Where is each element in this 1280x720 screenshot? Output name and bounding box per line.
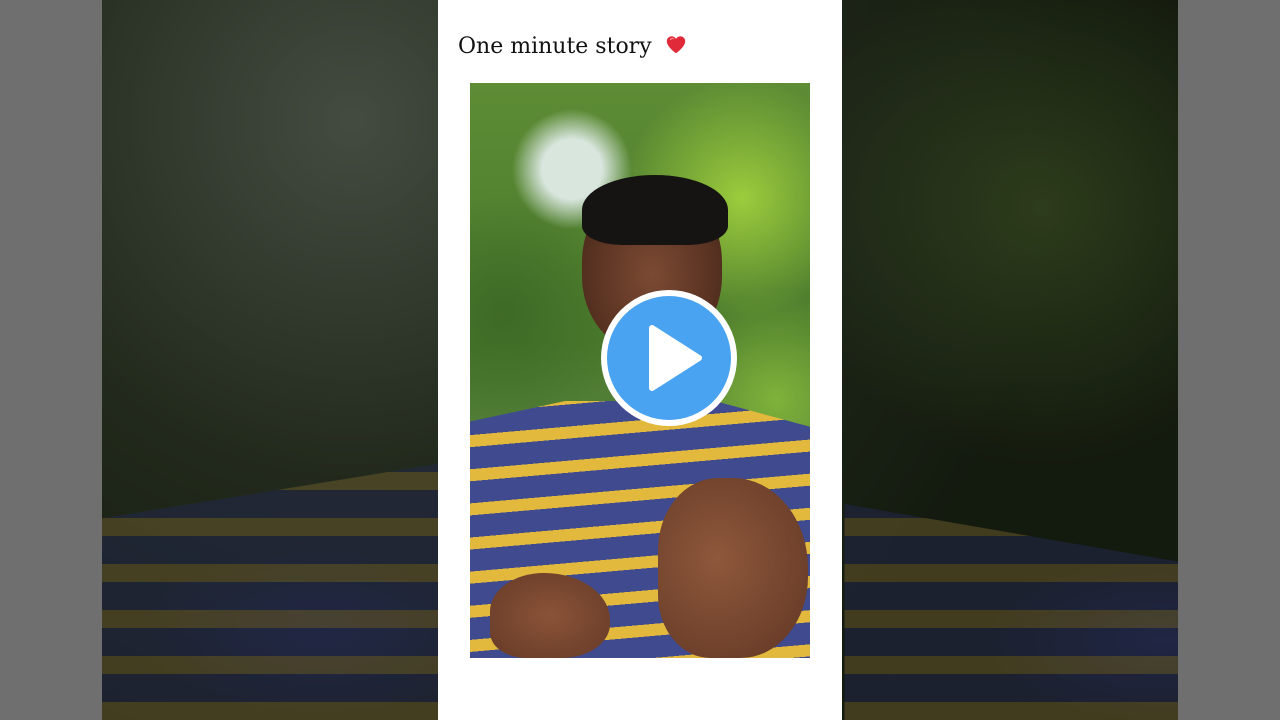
video-thumbnail[interactable] [470, 83, 810, 658]
story-title-text: One minute story [458, 34, 652, 59]
play-icon [601, 290, 737, 426]
red-heart-icon [665, 34, 687, 56]
play-button[interactable] [599, 288, 739, 428]
story-title: One minute story [458, 34, 687, 59]
story-card: One minute story [438, 0, 842, 720]
person-hair [582, 175, 728, 245]
person-right-hand [658, 478, 808, 658]
